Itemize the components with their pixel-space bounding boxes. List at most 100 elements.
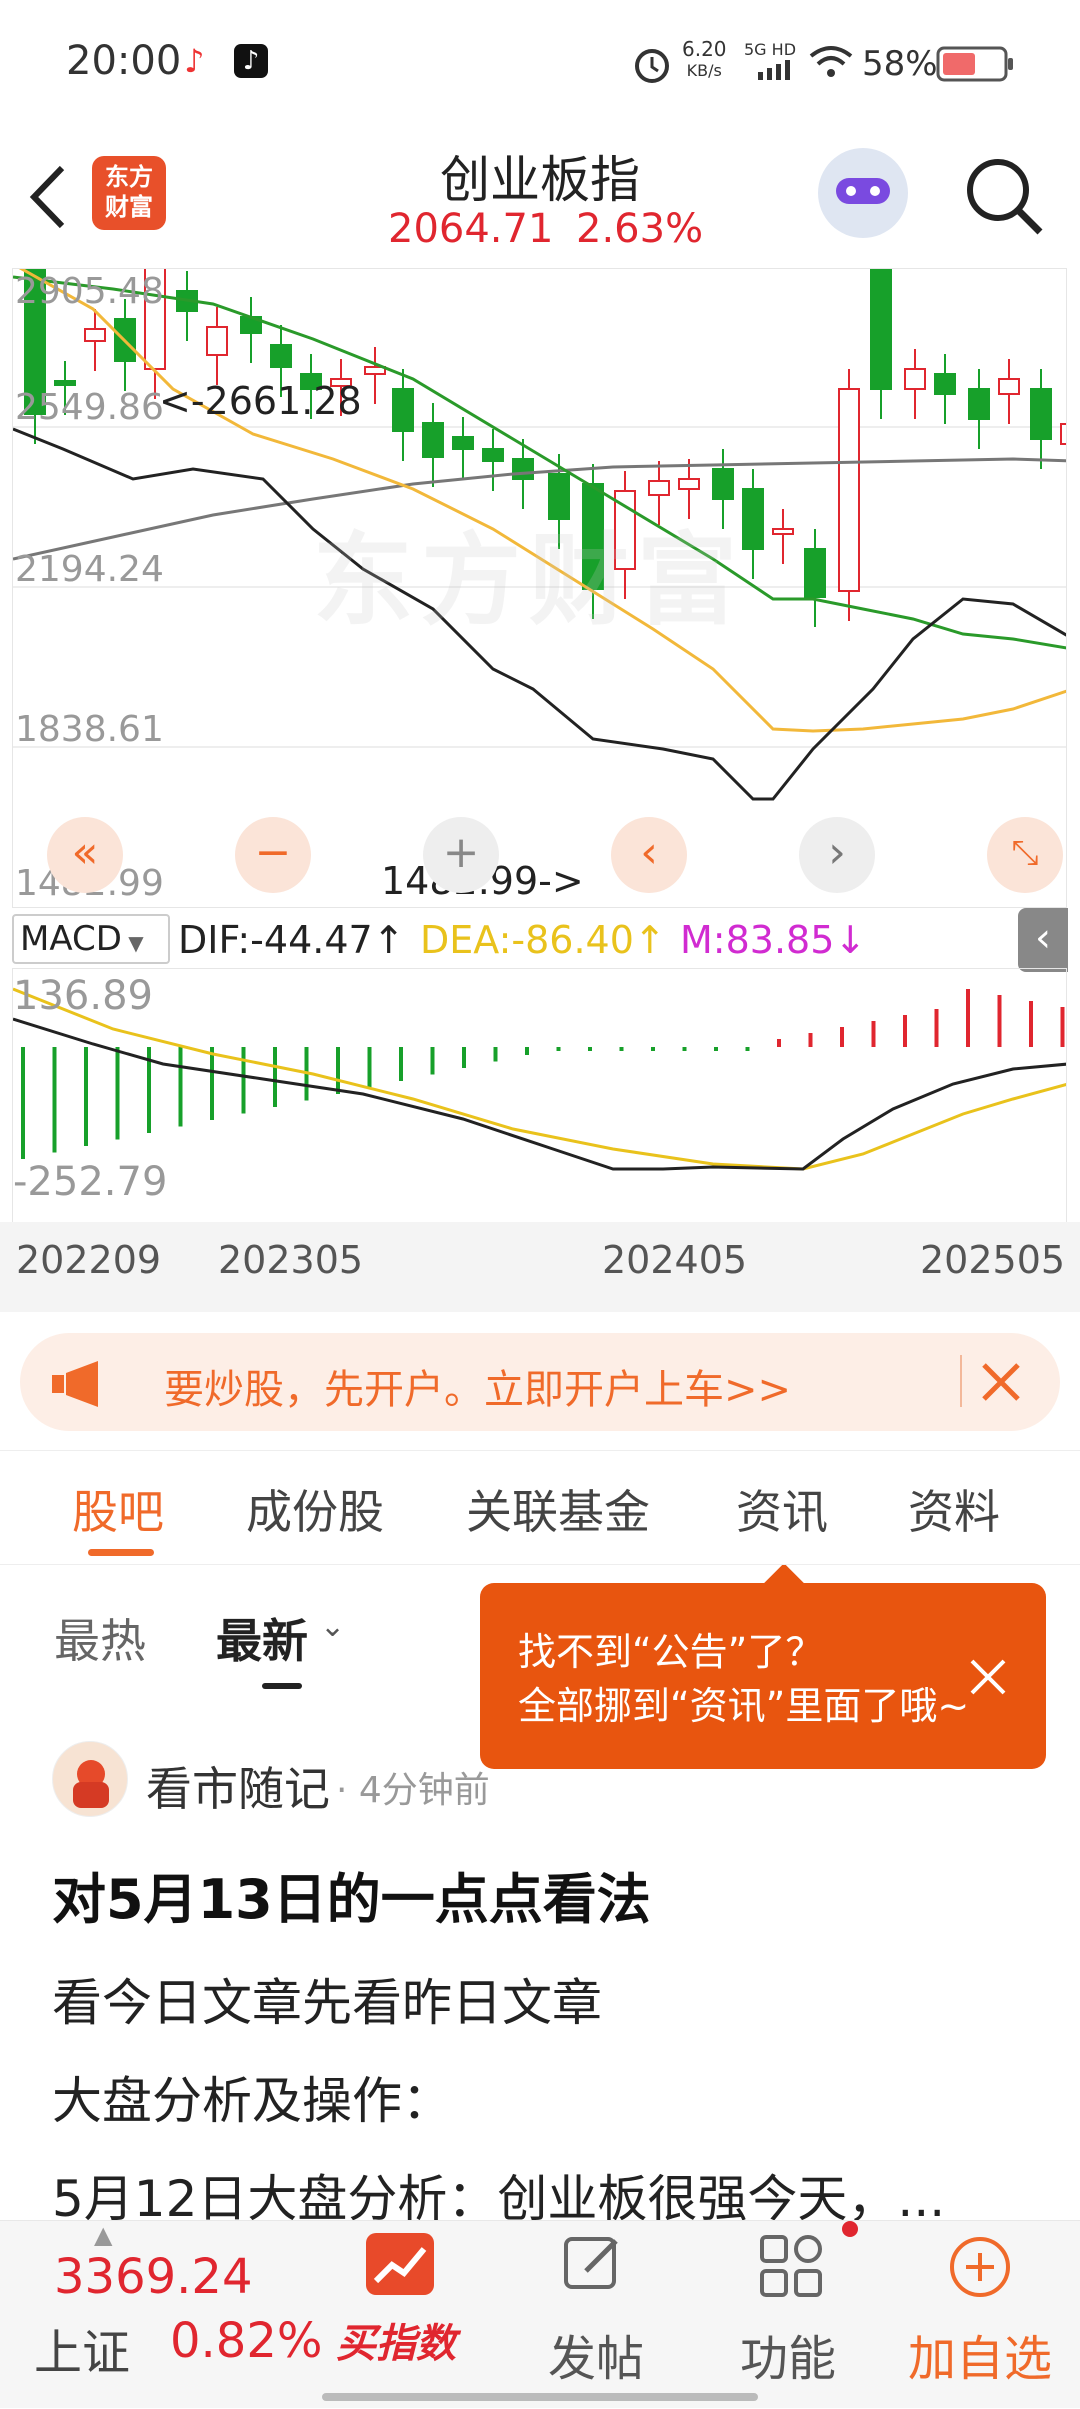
candle	[512, 458, 534, 480]
tab-bar: 股吧 成份股 关联基金 资讯 资料	[0, 1450, 1080, 1565]
edit-icon	[564, 2237, 618, 2289]
banner-divider	[960, 1355, 962, 1407]
net-speed: 6.20	[682, 37, 727, 61]
post-title[interactable]: 对5月13日的一点点看法	[52, 1855, 651, 1934]
candle	[998, 378, 1020, 395]
fullscreen-icon[interactable]: ⤡	[987, 817, 1063, 893]
candle	[712, 468, 734, 500]
banner-text[interactable]: 要炒股，先开户。立即开户上车>>	[164, 1357, 791, 1415]
post-line-3: 5月12日大盘分析：创业板很强今天，...	[52, 2170, 946, 2220]
buy-index-label: 买指数	[336, 2321, 456, 2367]
y-label-2: 2549.86	[15, 387, 164, 428]
index-pct: 0.82%	[170, 2313, 323, 2369]
index-value: 3369.24	[54, 2249, 253, 2305]
logo-line2: 财富	[105, 193, 153, 221]
candle	[870, 269, 892, 390]
candle	[904, 368, 926, 390]
x-label-4: 202505	[920, 1238, 1066, 1282]
grid-icon	[760, 2235, 822, 2297]
tab-indicator	[88, 1549, 154, 1556]
candle	[772, 528, 794, 535]
macd-top-label: 136.89	[13, 973, 153, 1019]
tab-profile[interactable]: 资料	[908, 1476, 1000, 1542]
candle	[392, 388, 414, 432]
m-value: M:83.85↓	[680, 918, 867, 962]
alarm-icon	[635, 49, 669, 83]
page-title: 创业板指	[440, 151, 640, 209]
macd-legend: MACD ▼ DIF:-44.47↑ DEA:-86.40↑ M:83.85↓ …	[12, 908, 1068, 972]
macd-chart[interactable]: 136.89 -252.79	[12, 968, 1067, 1223]
tab-news[interactable]: 资讯	[736, 1476, 828, 1542]
net-unit: KB/s	[686, 61, 722, 80]
post-button[interactable]: 发帖	[530, 2221, 660, 2409]
post-label: 发帖	[548, 2331, 645, 2387]
watermark: 东方财富	[313, 522, 745, 639]
index-price: 2064.71	[388, 206, 554, 252]
tab-related-funds[interactable]: 关联基金	[466, 1476, 650, 1542]
status-bar: 20:00 ♪ ♪ 6.20 KB/s 5G HD 58%	[0, 0, 1080, 130]
search-icon[interactable]	[962, 154, 1046, 238]
battery-icon	[936, 46, 1013, 82]
zoom-in-icon[interactable]: +	[423, 817, 499, 893]
avatar[interactable]	[52, 1741, 128, 1817]
megaphone-icon	[52, 1361, 98, 1407]
index-change: 2.63%	[576, 206, 704, 252]
open-account-banner[interactable]: 要炒股，先开户。立即开户上车>>	[20, 1333, 1060, 1431]
expand-icon[interactable]: ▲	[94, 2221, 112, 2249]
post-line-2: 大盘分析及操作：	[52, 2072, 452, 2130]
indicator-select[interactable]: MACD ▼	[12, 914, 170, 964]
candlestick-chart[interactable]: 东方财富 2905.48 2549.86 2194.24 1838.61 148…	[12, 268, 1067, 908]
signal-icon	[758, 60, 790, 80]
app-logo[interactable]: 东方 财富	[92, 156, 166, 230]
post-time: · 4分钟前	[336, 1770, 490, 1811]
gesture-bar	[322, 2393, 758, 2401]
pan-right-icon[interactable]: ›	[799, 817, 875, 893]
x-label-1: 202209	[16, 1238, 162, 1282]
battery-percent: 58%	[862, 44, 938, 84]
y-label-4: 1838.61	[15, 709, 164, 750]
sort-hot[interactable]: 最热	[54, 1605, 146, 1671]
tiktok-lite-icon: ♪	[184, 42, 205, 80]
sort-new[interactable]: 最新	[216, 1605, 308, 1671]
x-label-3: 202405	[602, 1238, 748, 1282]
candle	[804, 548, 826, 598]
buy-index-button[interactable]: 买指数	[330, 2221, 480, 2409]
candle	[270, 344, 292, 368]
candle	[84, 328, 106, 342]
functions-button[interactable]: 功能	[722, 2221, 862, 2409]
plus-circle-icon	[950, 2237, 1010, 2297]
trend-icon	[366, 2233, 434, 2295]
candle	[452, 436, 474, 450]
functions-label: 功能	[740, 2331, 837, 2387]
candle	[1030, 388, 1052, 440]
post-feed: 最热 最新 ⌄ 看市随记 · 4分钟前 对5月13日的一点点看法 看今日文章先看…	[0, 1565, 1080, 2220]
author-name[interactable]: 看市随记	[146, 1753, 330, 1819]
pan-left-icon[interactable]: ‹	[611, 817, 687, 893]
tooltip-line-2: 全部挪到“资讯”里面了哦~	[518, 1684, 970, 1728]
tab-constituents[interactable]: 成份股	[246, 1476, 384, 1542]
index-name: 上证	[34, 2325, 131, 2381]
index-ticker[interactable]: ▲ 3369.24 上证 0.82%	[0, 2221, 323, 2409]
indicator-name: MACD	[20, 919, 122, 959]
rewind-icon[interactable]: «	[47, 817, 123, 893]
network-type: 5G HD	[744, 40, 797, 59]
dea-line	[13, 987, 1066, 1171]
status-time: 20:00	[66, 38, 182, 84]
logo-line1: 东方	[105, 163, 153, 191]
close-icon[interactable]	[978, 1359, 1024, 1405]
collapse-panel-icon[interactable]: ‹	[1018, 908, 1068, 972]
zoom-out-icon[interactable]: −	[235, 817, 311, 893]
app-header: 东方 财富 创业板指 2064.71 2.63%	[0, 130, 1080, 265]
add-watchlist-button[interactable]: 加自选	[900, 2221, 1080, 2409]
dea-value: DEA:-86.40↑	[420, 918, 666, 962]
sort-indicator	[262, 1683, 302, 1689]
back-icon[interactable]	[22, 162, 72, 232]
tooltip-close-icon[interactable]	[968, 1657, 1008, 1697]
candle	[206, 326, 228, 356]
candle	[968, 388, 990, 420]
tab-guba[interactable]: 股吧	[72, 1476, 164, 1542]
high-annotation: <-2661.28	[159, 379, 362, 423]
robot-assistant-icon[interactable]	[818, 148, 908, 238]
chevron-down-icon[interactable]: ⌄	[320, 1609, 345, 1644]
candle	[482, 448, 504, 462]
